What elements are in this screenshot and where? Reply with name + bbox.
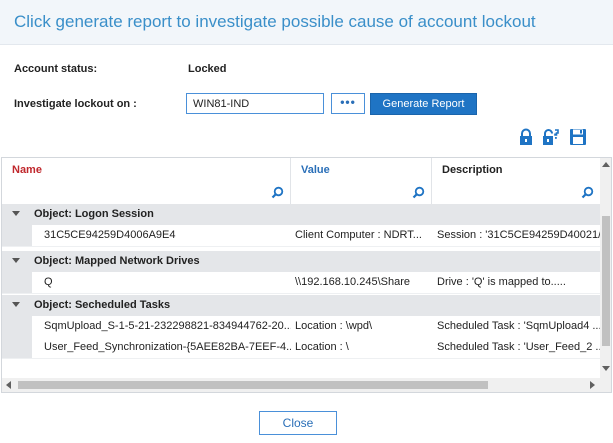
filter-cell-value[interactable] (291, 182, 432, 204)
account-status-label: Account status: (14, 63, 98, 75)
group-label: Object: Mapped Network Drives (34, 255, 200, 267)
filter-cell-name[interactable] (2, 182, 291, 204)
collapse-arrow-icon[interactable] (12, 211, 20, 216)
cell-description: Scheduled Task : 'SqmUpload4 ... (437, 320, 600, 332)
scroll-up-icon[interactable] (602, 162, 610, 167)
scroll-left-icon[interactable] (6, 381, 11, 389)
cell-name: Q (44, 276, 53, 288)
vertical-scroll-thumb[interactable] (602, 216, 610, 346)
column-header-description[interactable]: Description (432, 158, 600, 182)
horizontal-scroll-thumb[interactable] (18, 381, 488, 389)
cell-description: Scheduled Task : 'User_Feed_2 ... (437, 341, 600, 353)
cell-name: SqmUpload_S-1-5-21-232298821-834944762-2… (44, 320, 291, 332)
table-row[interactable]: Q \\192.168.10.245\Share Drive : 'Q' is … (2, 272, 600, 294)
search-icon[interactable] (581, 186, 594, 199)
page-title: Click generate report to investigate pos… (14, 12, 536, 31)
investigate-lockout-label: Investigate lockout on : (14, 98, 137, 110)
group-label: Object: Logon Session (34, 208, 154, 220)
browse-button[interactable]: ••• (331, 93, 365, 114)
cell-description: Session : '31C5CE94259D40021/... (437, 229, 600, 241)
search-icon[interactable] (412, 186, 425, 199)
cell-name: 31C5CE94259D4006A9E4 (44, 229, 176, 241)
column-header-value[interactable]: Value (291, 158, 432, 182)
collapse-arrow-icon[interactable] (12, 258, 20, 263)
grid-filter-row (2, 182, 600, 205)
cell-value: Client Computer : NDRT... (295, 229, 422, 241)
group-label: Object: Secheduled Tasks (34, 299, 171, 311)
cell-value: \\192.168.10.245\Share (295, 276, 410, 288)
save-icon[interactable] (569, 128, 587, 146)
table-row[interactable]: 31C5CE94259D4006A9E4 Client Computer : N… (2, 225, 600, 247)
collapse-arrow-icon[interactable] (12, 302, 20, 307)
cell-name: User_Feed_Synchronization-{5AEE82BA-7EEF… (44, 341, 291, 353)
cell-value: Location : \wpd\ (295, 320, 373, 332)
lock-icon[interactable] (517, 128, 535, 146)
host-input[interactable] (186, 93, 324, 114)
column-header-name[interactable]: Name (2, 158, 291, 182)
dialog-header: Click generate report to investigate pos… (0, 0, 613, 45)
close-button[interactable]: Close (259, 411, 337, 435)
search-icon[interactable] (271, 186, 284, 199)
vertical-scrollbar[interactable] (600, 158, 611, 378)
cell-value: Location : \ (295, 341, 349, 353)
group-row-logon-session[interactable]: Object: Logon Session (2, 204, 600, 225)
cell-description: Drive : 'Q' is mapped to..... (437, 276, 566, 288)
table-row[interactable]: SqmUpload_S-1-5-21-232298821-834944762-2… (2, 316, 600, 338)
filter-cell-description[interactable] (432, 182, 600, 204)
account-status-value: Locked (188, 63, 227, 75)
group-row-scheduled-tasks[interactable]: Object: Secheduled Tasks (2, 295, 600, 316)
horizontal-scrollbar[interactable] (2, 378, 600, 392)
grid-header-row: Name Value Description (2, 158, 600, 183)
generate-report-button[interactable]: Generate Report (370, 93, 477, 115)
scroll-right-icon[interactable] (590, 381, 595, 389)
scroll-down-icon[interactable] (602, 366, 610, 371)
unlock-icon[interactable] (541, 128, 559, 146)
table-row[interactable]: User_Feed_Synchronization-{5AEE82BA-7EEF… (2, 337, 600, 359)
group-row-mapped-network-drives[interactable]: Object: Mapped Network Drives (2, 251, 600, 272)
report-grid: Name Value Description Object: Logon Ses… (1, 157, 612, 393)
